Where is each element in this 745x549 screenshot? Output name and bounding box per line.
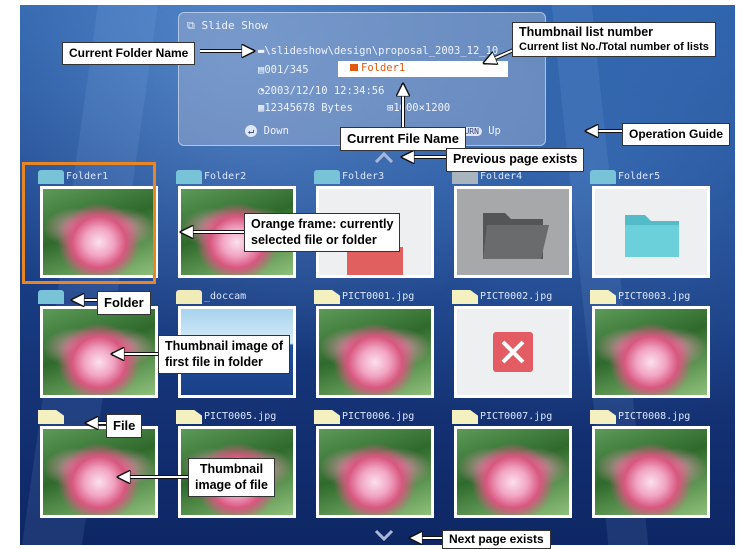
callout-thumb-first-line1: Thumbnail image of: [165, 339, 284, 353]
callout-orange-frame: Orange frame: currently selected file or…: [244, 213, 401, 253]
callout-next-page: Next page exists: [442, 530, 551, 549]
callout-thumb-file-line1: Thumbnail: [199, 462, 264, 476]
callout-current-folder-name: Current Folder Name: [62, 42, 196, 65]
callout-arrows: [0, 43, 626, 547]
callout-orange-frame-line1: Orange frame: currently: [251, 217, 394, 231]
callout-thumbnail-list-number: Thumbnail list number Current list No./T…: [512, 22, 716, 58]
callout-thumb-first-file: Thumbnail image of first file in folder: [158, 335, 291, 375]
callout-folder: Folder: [97, 291, 151, 316]
callout-operation-guide: Operation Guide: [622, 123, 731, 146]
callout-list-number-title: Thumbnail list number: [519, 25, 654, 39]
callout-thumb-first-line2: first file in folder: [165, 354, 263, 369]
callout-list-number-sub: Current list No./Total number of lists: [519, 40, 709, 53]
callout-file: File: [106, 414, 143, 439]
callout-orange-frame-line2: selected file or folder: [251, 232, 377, 247]
callout-thumb-file-line2: image of file: [195, 477, 268, 492]
callout-thumb-file: Thumbnail image of file: [188, 458, 275, 498]
callout-previous-page: Previous page exists: [446, 148, 585, 172]
